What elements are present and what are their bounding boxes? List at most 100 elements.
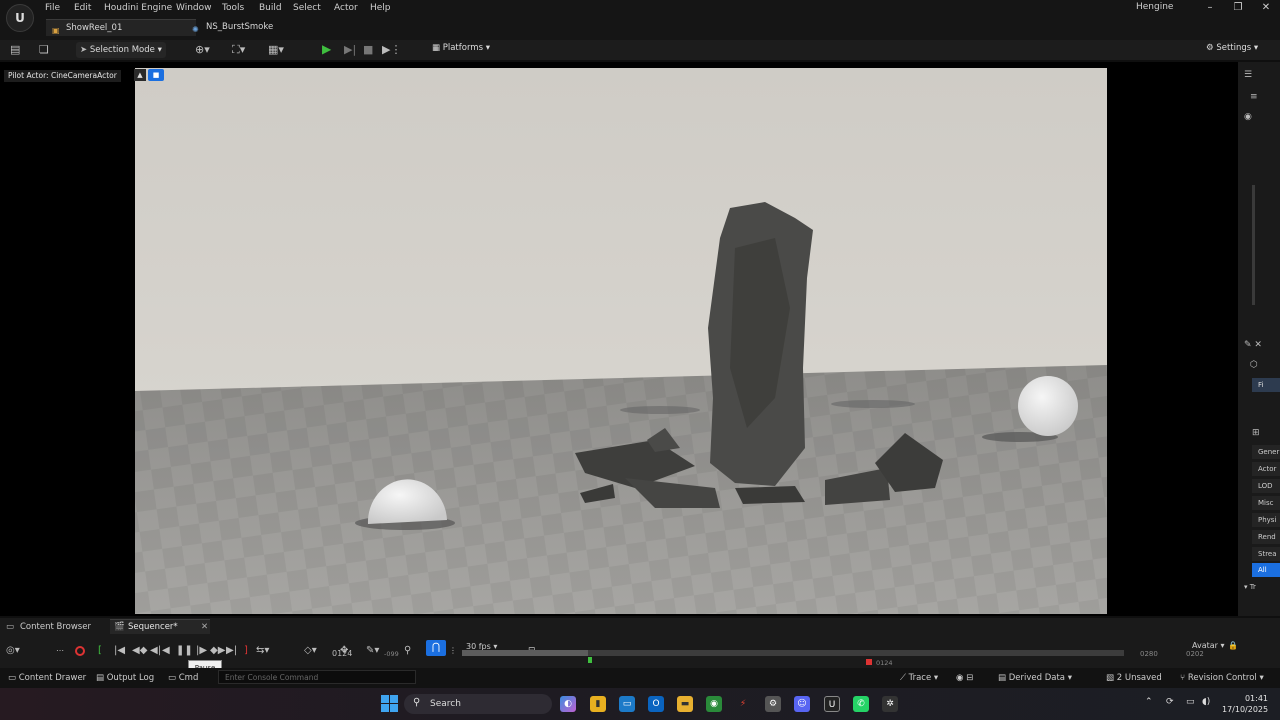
jump-end-icon[interactable]: ▶| bbox=[226, 644, 237, 658]
edit-icon[interactable]: ✎ ✕ bbox=[1244, 340, 1262, 350]
minimize-icon[interactable]: – bbox=[1198, 1, 1222, 15]
filter-icon[interactable]: ≡ bbox=[1250, 92, 1258, 102]
outliner-scrollbar[interactable] bbox=[1252, 185, 1255, 305]
selection-mode-dropdown[interactable]: ➤ Selection Mode ▾ bbox=[76, 42, 166, 58]
unsaved-button[interactable]: ▧ 2 Unsaved bbox=[1106, 671, 1162, 685]
eject-icon[interactable]: ▶⋮ bbox=[382, 43, 401, 57]
jump-start-icon[interactable]: |◀ bbox=[114, 644, 125, 658]
reverse-icon[interactable]: ◀ bbox=[162, 644, 170, 658]
step-icon[interactable]: ▶| bbox=[344, 43, 356, 57]
component-icon[interactable]: ⬡ bbox=[1250, 360, 1258, 370]
unreal-taskbar-icon[interactable]: U bbox=[824, 696, 840, 712]
content-browser-icon[interactable]: ❏ bbox=[39, 43, 49, 57]
tab-showreel[interactable]: ▣ ShowReel_01 bbox=[46, 19, 196, 36]
settings-dropdown[interactable]: ⚙ Settings ▾ bbox=[1206, 43, 1258, 53]
visibility-icon[interactable]: ◉ bbox=[1244, 112, 1252, 122]
menu-help[interactable]: Help bbox=[370, 1, 391, 15]
blueprint-icon[interactable]: ⛶▾ bbox=[232, 43, 245, 57]
platforms-dropdown[interactable]: ▦ Platforms ▾ bbox=[432, 43, 490, 53]
menu-select[interactable]: Select bbox=[293, 1, 321, 15]
camera-lock-icon[interactable]: ◎▾ bbox=[6, 644, 20, 658]
derived-data-dropdown[interactable]: ▤ Derived Data ▾ bbox=[998, 671, 1072, 685]
tray-chevron-icon[interactable]: ⌃ bbox=[1145, 697, 1153, 707]
range-end-icon[interactable]: ] bbox=[244, 644, 248, 658]
details-grid-icon[interactable]: ⊞ bbox=[1252, 428, 1260, 438]
taskbar-search[interactable]: Search bbox=[404, 694, 552, 714]
avatar-dropdown[interactable]: Avatar ▾ bbox=[1192, 641, 1225, 650]
eject-pilot-icon[interactable]: ▲ bbox=[134, 69, 146, 81]
category-actor[interactable]: Actor bbox=[1252, 462, 1280, 476]
trace-dropdown[interactable]: ⟋ Trace ▾ bbox=[900, 671, 938, 685]
category-lod[interactable]: LOD bbox=[1252, 479, 1280, 493]
app-window-icon[interactable]: ▭ bbox=[619, 696, 635, 712]
cmd-dropdown[interactable]: ▭ Cmd bbox=[168, 671, 198, 685]
broadcast-icon[interactable]: ◉ ⊟ bbox=[956, 671, 973, 685]
prev-key-icon[interactable]: ◀◆ bbox=[132, 644, 147, 658]
loop-icon[interactable]: ⇆▾ bbox=[256, 644, 269, 658]
console-input[interactable]: Enter Console Command bbox=[218, 670, 416, 684]
menu-edit[interactable]: Edit bbox=[74, 1, 91, 15]
whatsapp-icon[interactable]: ✆ bbox=[853, 696, 869, 712]
stop-icon[interactable]: ■ bbox=[363, 43, 373, 57]
end-frame[interactable]: 0280 bbox=[1140, 650, 1158, 658]
category-general[interactable]: Gener bbox=[1252, 445, 1280, 459]
save-icon[interactable]: ▤ bbox=[10, 43, 20, 57]
tab-content-browser[interactable]: ▭ Content Browser bbox=[4, 620, 91, 634]
category-misc[interactable]: Misc bbox=[1252, 496, 1280, 510]
details-actor-row[interactable]: Fi bbox=[1252, 378, 1280, 392]
menu-houdini-engine[interactable]: Houdini Engine bbox=[104, 1, 172, 15]
gear-app-icon[interactable]: ⚙ bbox=[765, 696, 781, 712]
play-icon[interactable]: ▶ bbox=[322, 42, 331, 56]
playhead[interactable] bbox=[588, 657, 592, 663]
more-icon[interactable]: ⋮ bbox=[449, 644, 457, 658]
content-drawer-button[interactable]: ▭ Content Drawer bbox=[8, 671, 86, 685]
category-rendering[interactable]: Rend bbox=[1252, 530, 1280, 544]
pause-icon[interactable]: ❚❚ bbox=[176, 644, 193, 658]
chatgpt-icon[interactable]: ✲ bbox=[882, 696, 898, 712]
tab-burst-smoke[interactable]: ✺ NS_BurstSmoke bbox=[186, 19, 326, 35]
transform-section[interactable]: ▾ Tr bbox=[1244, 583, 1256, 591]
menu-window[interactable]: Window bbox=[176, 1, 212, 15]
record-icon[interactable] bbox=[75, 646, 85, 656]
volume-icon[interactable]: ◖) bbox=[1202, 697, 1210, 707]
next-key-icon[interactable]: ◆▶ bbox=[210, 644, 225, 658]
menu-tools[interactable]: Tools bbox=[222, 1, 244, 15]
next-frame-icon[interactable]: |▶ bbox=[196, 644, 207, 658]
pilot-actor-label[interactable]: Pilot Actor: CineCameraActor bbox=[4, 70, 121, 82]
chrome-icon[interactable]: ◉ bbox=[706, 696, 722, 712]
bolt-app-icon[interactable]: ⚡ bbox=[735, 696, 751, 712]
discord-icon[interactable]: ☺ bbox=[794, 696, 810, 712]
key-icon[interactable]: ⋯ bbox=[56, 644, 64, 658]
menu-file[interactable]: File bbox=[45, 1, 60, 15]
marker-icon[interactable]: ⚲ bbox=[404, 644, 411, 658]
magnet-snap-icon[interactable]: ⋂ bbox=[426, 640, 446, 656]
unreal-logo-icon[interactable]: U bbox=[6, 4, 34, 32]
outlook-icon[interactable]: O bbox=[648, 696, 664, 712]
tab-sequencer[interactable]: 🎬 Sequencer* ✕ bbox=[110, 619, 210, 634]
revision-control-dropdown[interactable]: ⑂ Revision Control ▾ bbox=[1180, 671, 1264, 685]
category-all[interactable]: All bbox=[1252, 563, 1280, 577]
file-explorer-icon[interactable]: ▬ bbox=[677, 696, 693, 712]
cinematics-icon[interactable]: ▦▾ bbox=[268, 43, 284, 57]
sticky-notes-icon[interactable]: ▮ bbox=[590, 696, 606, 712]
timeline-range[interactable] bbox=[462, 650, 588, 656]
menu-actor[interactable]: Actor bbox=[334, 1, 358, 15]
copilot-icon[interactable]: ◐ bbox=[560, 696, 576, 712]
restore-icon[interactable]: ❐ bbox=[1226, 1, 1250, 15]
lock-icon[interactable]: 🔒 bbox=[1228, 641, 1238, 650]
taskbar-clock[interactable]: 01:41 17/10/2025 bbox=[1222, 693, 1268, 715]
camera-icon[interactable]: ■ bbox=[148, 69, 164, 81]
current-frame[interactable]: 0124 bbox=[332, 649, 352, 658]
sync-icon[interactable]: ⟳ bbox=[1166, 697, 1174, 707]
category-streaming[interactable]: Strea bbox=[1252, 547, 1280, 561]
keyframe-icon[interactable]: ◇▾ bbox=[304, 644, 317, 658]
output-log-button[interactable]: ▤ Output Log bbox=[96, 671, 154, 685]
outliner-icon[interactable]: ☰ bbox=[1244, 70, 1252, 80]
viewport-render[interactable] bbox=[135, 68, 1107, 614]
monitor-icon[interactable]: ▭ bbox=[1186, 697, 1195, 707]
prev-frame-icon[interactable]: ◀| bbox=[150, 644, 161, 658]
brush-icon[interactable]: ✎▾ bbox=[366, 644, 379, 658]
range-start-icon[interactable]: [ bbox=[98, 644, 102, 658]
view-end-frame[interactable]: 0202 bbox=[1186, 650, 1204, 658]
menu-build[interactable]: Build bbox=[259, 1, 282, 15]
